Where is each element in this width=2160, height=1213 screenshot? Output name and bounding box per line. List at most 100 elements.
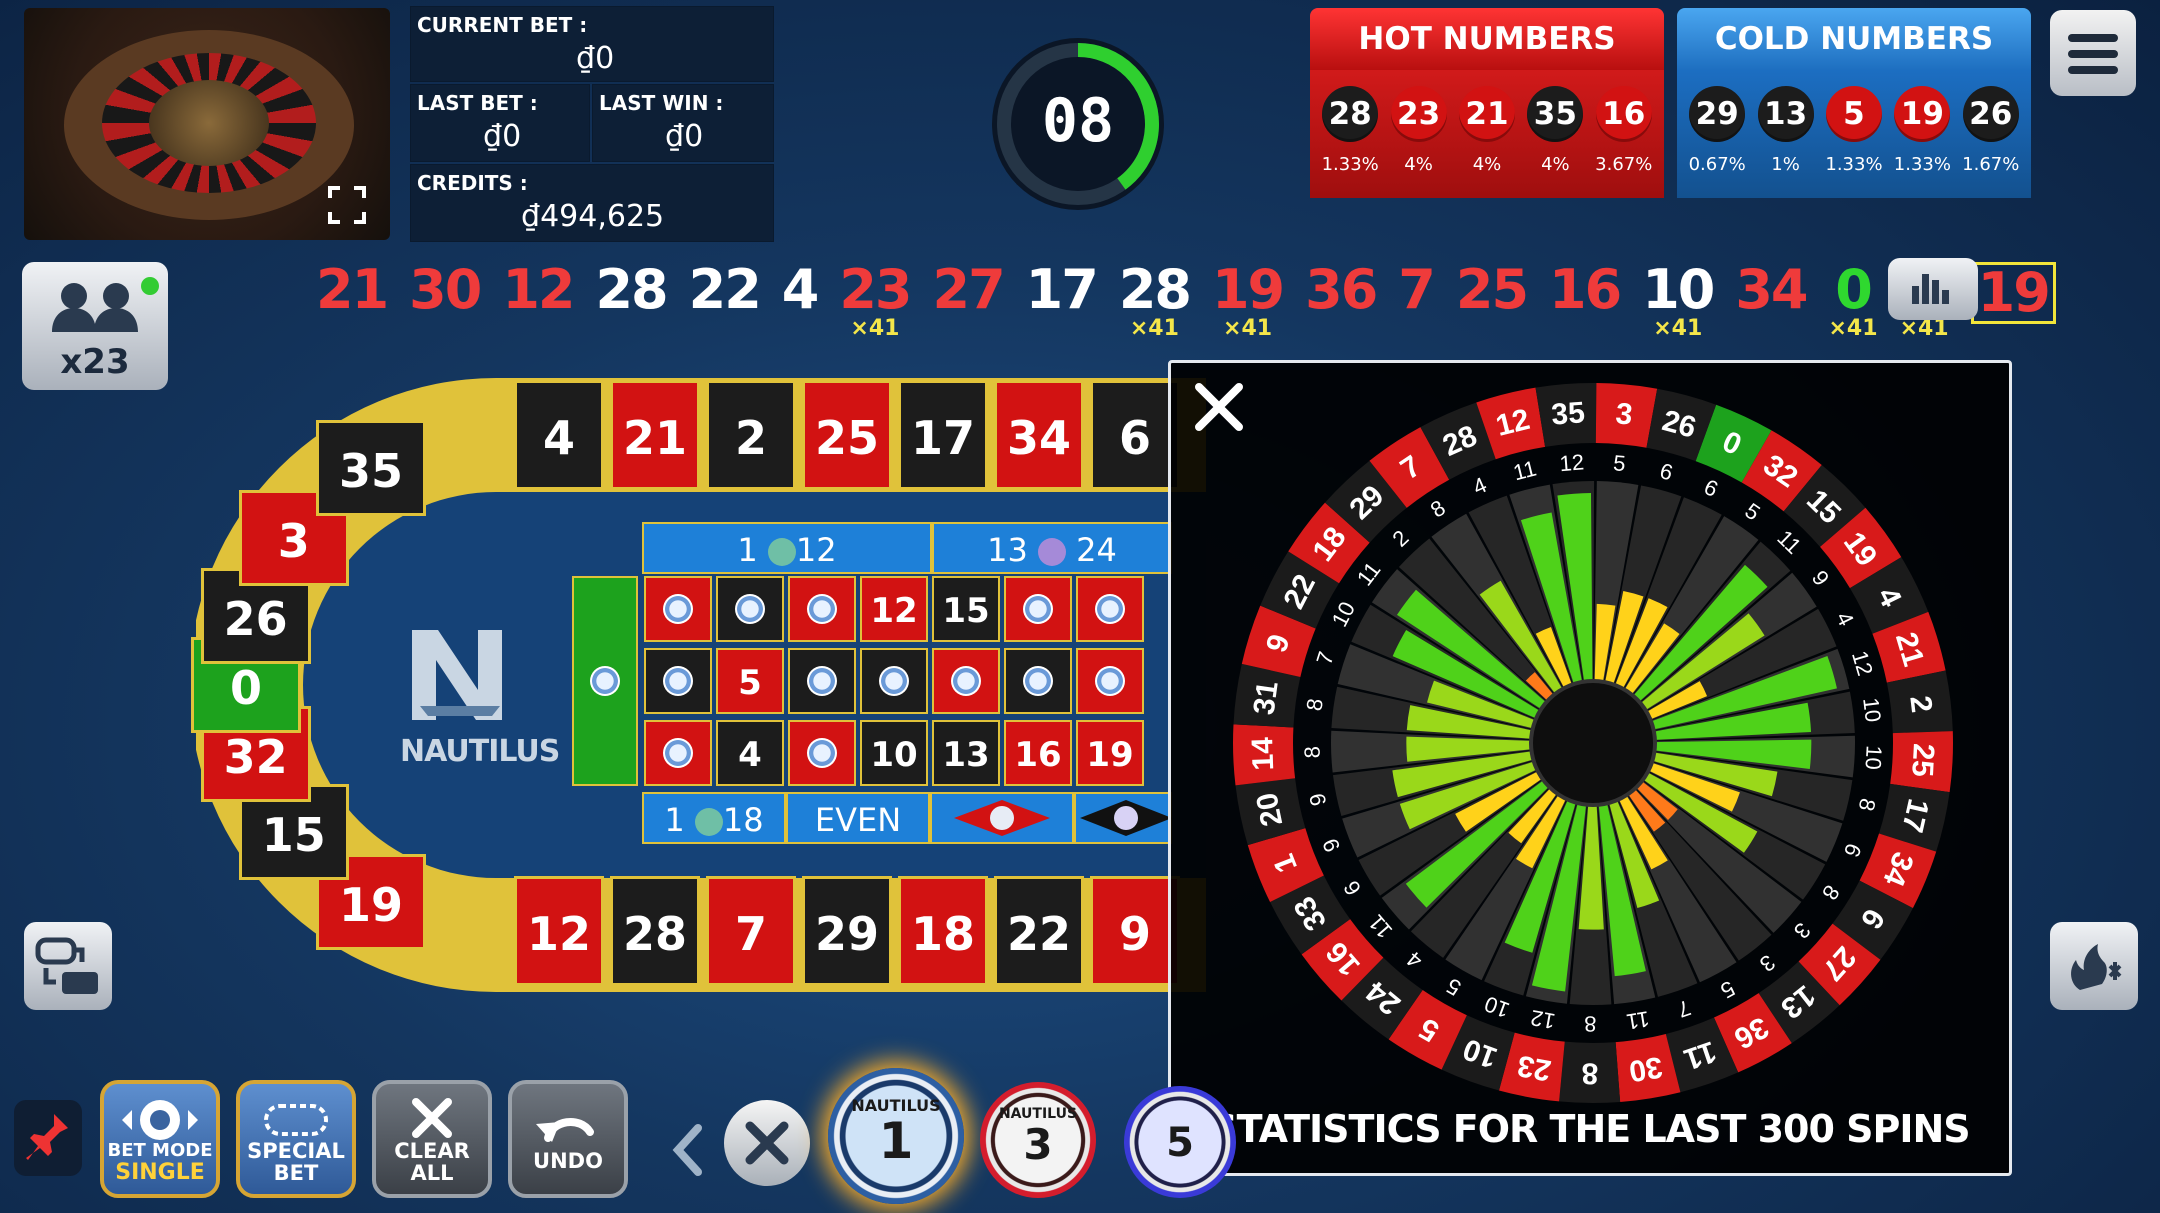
chip-1[interactable]: NAUTILUS 1 (828, 1068, 964, 1204)
chip-5-value: 5 (1166, 1120, 1194, 1166)
bet-mode-button[interactable]: BET MODE SINGLE (100, 1080, 220, 1198)
placed-chip (807, 594, 837, 624)
result-history: 21 30 12 28 22 4 23 ×41 27 17 28 ×41 19 ×41 36 7 25 16 10 ×… (316, 262, 2078, 342)
credits-label: CREDITS : (417, 171, 528, 195)
bet-red[interactable] (930, 792, 1074, 844)
wheel-count-label: 10 (1327, 598, 1360, 631)
racetrack-number[interactable]: 18 (898, 876, 988, 986)
clear-all-button[interactable]: CLEAR ALL (372, 1080, 492, 1198)
wheel-count-label: 4 (1831, 608, 1859, 630)
dozen-13-24[interactable]: 13 24 (932, 522, 1172, 574)
wheel-count-label: 5 (1716, 976, 1739, 1004)
pin-button[interactable] (14, 1100, 82, 1176)
number-percentage: 0.67% (1688, 154, 1746, 175)
history-number: 22 (688, 258, 762, 321)
racetrack-number[interactable]: 9 (1090, 876, 1180, 986)
racetrack-number[interactable]: 2 (706, 380, 796, 490)
statistics-wheel: 0321519421225173462713361130823105241633… (1233, 383, 1953, 1103)
wheel-count-label: 9 (1807, 566, 1834, 591)
wheel-count-label: 6 (1338, 876, 1366, 899)
history-result: 10 ×41 (1642, 262, 1715, 342)
credits-box: CREDITS : ₫494,625 (410, 164, 774, 242)
history-result: 0 ×41 (1829, 262, 1878, 342)
history-result: 28 ×41 (1119, 262, 1192, 342)
table-number-cell[interactable]: 4 (716, 720, 784, 786)
racetrack-number[interactable]: 22 (994, 876, 1084, 986)
bet-black[interactable] (1074, 792, 1172, 844)
number-percentage: 4% (1541, 154, 1570, 175)
number-ball: 29 (1689, 86, 1746, 142)
number-ball: 23 (1390, 86, 1447, 142)
wheel-count-label: 10 (1861, 745, 1887, 771)
players-button[interactable]: x23 (22, 262, 168, 390)
bet-1-18[interactable]: 1 18 (642, 792, 786, 844)
history-result: 28 (595, 258, 668, 342)
hot-numbers-item: 28 1.33% (1319, 70, 1381, 198)
history-number: 27 (932, 258, 1006, 321)
wheel-count-label: 4 (1402, 946, 1427, 973)
wheel-count-label: 10 (1481, 991, 1513, 1023)
table-number-cell[interactable]: 10 (860, 720, 928, 786)
bet-even[interactable]: EVEN (786, 792, 930, 844)
history-number: 0 (1835, 258, 1873, 321)
wheel-count-label: 8 (1584, 1011, 1596, 1036)
chip-3[interactable]: NAUTILUS 3 (980, 1082, 1096, 1198)
hot-numbers-item: 21 4% (1456, 70, 1518, 198)
statistics-button[interactable] (1888, 258, 1978, 320)
history-number: 25 (1455, 258, 1529, 321)
racetrack-number[interactable]: 6 (1090, 380, 1180, 490)
racetrack-number[interactable]: 21 (610, 380, 700, 490)
remove-x-icon (745, 1121, 789, 1165)
chevron-left-icon[interactable] (668, 1120, 708, 1180)
hot-numbers-item: 35 4% (1524, 70, 1586, 198)
racetrack-number[interactable]: 29 (802, 876, 892, 986)
racetrack-number[interactable]: 28 (610, 876, 700, 986)
wheel-count-label: 8 (1299, 746, 1324, 759)
wheel-number-label: 23 (1515, 1049, 1554, 1087)
fullscreen-icon[interactable] (328, 186, 366, 224)
placed-chip (663, 666, 693, 696)
black-diamond-icon (1080, 800, 1172, 836)
undo-button[interactable]: UNDO (508, 1080, 628, 1198)
swap-layout-button[interactable] (24, 922, 112, 1010)
table-number-cell[interactable]: 5 (716, 648, 784, 714)
racetrack-number[interactable]: 25 (802, 380, 892, 490)
chip-icon (694, 808, 723, 836)
racetrack-number[interactable]: 35 (316, 420, 426, 517)
betting-table: 1 12 13 24 12 15 5 4 10 13 16 19 1 18 EVEN (572, 520, 1172, 850)
number-percentage: 1.33% (1893, 154, 1951, 175)
history-multiplier: ×41 (1828, 316, 1878, 341)
swap-layout-icon (35, 937, 98, 994)
history-number: 28 (595, 258, 668, 321)
racetrack-number[interactable]: 17 (898, 380, 988, 490)
table-number-cell[interactable]: 15 (932, 576, 1000, 642)
pin-icon (26, 1114, 68, 1160)
table-number-cell[interactable]: 13 (932, 720, 1000, 786)
hot-cold-toggle-button[interactable] (2050, 922, 2138, 1010)
racetrack-number[interactable]: 12 (514, 876, 604, 986)
racetrack-number[interactable]: 7 (706, 876, 796, 986)
table-number-cell[interactable]: 16 (1004, 720, 1072, 786)
history-result: 19 (1970, 262, 2056, 342)
racetrack-number[interactable]: 34 (994, 380, 1084, 490)
history-number: 19 (1970, 262, 2056, 324)
number-ball: 28 (1322, 86, 1379, 142)
special-bet-button[interactable]: SPECIAL BET (236, 1080, 356, 1198)
table-number-cell[interactable]: 12 (860, 576, 928, 642)
history-multiplier: ×41 (1653, 316, 1703, 341)
remove-chip-button[interactable] (724, 1100, 810, 1186)
wheel-count-label: 8 (1854, 796, 1881, 813)
table-number-cell[interactable]: 19 (1076, 720, 1144, 786)
placed-chip (807, 666, 837, 696)
menu-button[interactable] (2050, 10, 2136, 96)
history-number: 21 (316, 258, 389, 321)
history-result: 4 (782, 262, 820, 342)
dozen-1-12[interactable]: 1 12 (642, 522, 932, 574)
number-percentage: 4% (1472, 154, 1502, 175)
wheel-count-label: 5 (1740, 498, 1764, 526)
chip-5[interactable]: 5 (1124, 1086, 1236, 1198)
racetrack-number[interactable]: 4 (514, 380, 604, 490)
bar-chart-icon (1912, 274, 1949, 304)
dozen-end: 24 (1076, 531, 1117, 569)
placed-chip (1023, 594, 1053, 624)
